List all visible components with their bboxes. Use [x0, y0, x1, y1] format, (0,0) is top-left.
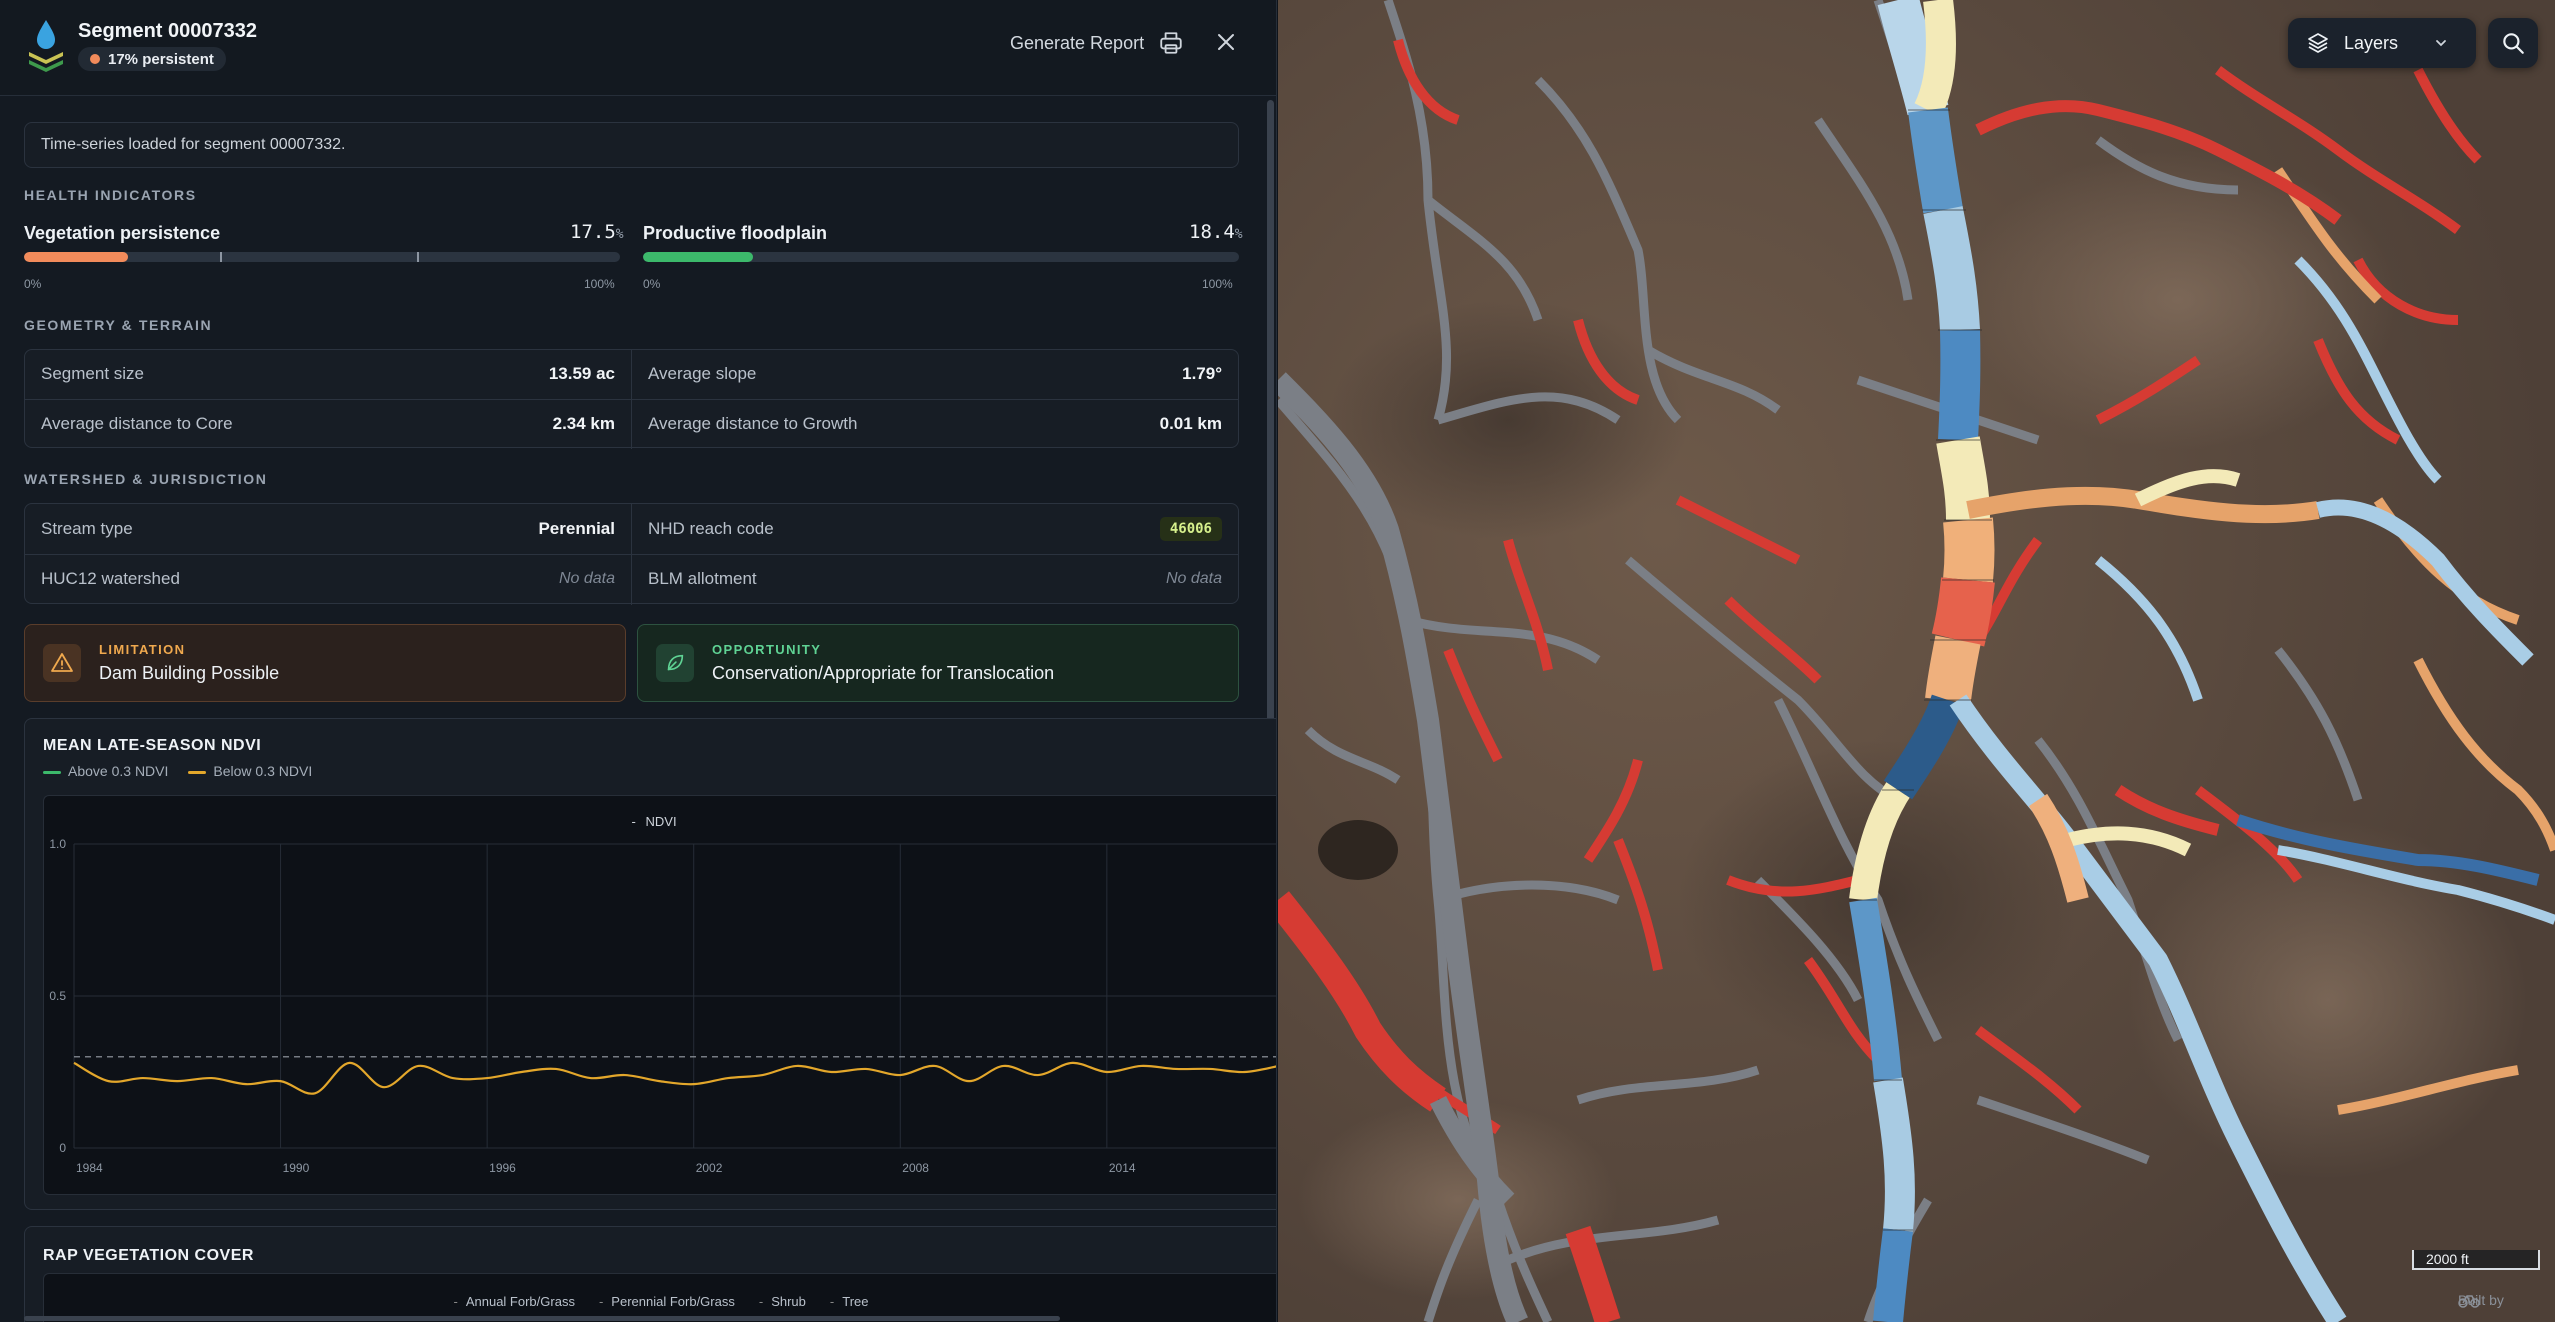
bar-tick — [417, 252, 419, 262]
app-logo-icon — [29, 20, 63, 72]
geometry-section-title: GEOMETRY & TERRAIN — [24, 317, 213, 333]
distance-core-row: Average distance to Core 2.34 km — [41, 414, 615, 433]
ndvi-title: MEAN LATE-SEASON NDVI — [43, 737, 262, 754]
productive-floodplain-fill — [643, 252, 753, 262]
ndvi-legend: Above 0.3 NDVI Below 0.3 NDVI — [43, 763, 312, 779]
segment-panel: Segment 00007332 17% persistent Generate… — [0, 0, 1277, 1322]
rap-legend-item: Annual Forb/Grass — [454, 1294, 575, 1309]
y-tick-label: 0.5 — [49, 989, 66, 1003]
built-by-credit[interactable]: Built by — [2458, 1292, 2504, 1308]
nhd-reach-badge: 46006 — [1159, 517, 1222, 541]
rap-legend-item: Perennial Forb/Grass — [599, 1294, 735, 1309]
map-view[interactable]: 2000 ft Built by — [1278, 0, 2555, 1322]
rap-title: RAP VEGETATION COVER — [43, 1247, 254, 1264]
bar-max-label: 100% — [1202, 277, 1233, 291]
status-dot-icon — [90, 54, 100, 64]
chevron-down-icon — [2436, 40, 2446, 47]
rap-chart[interactable]: Annual Forb/Grass Perennial Forb/Grass S… — [43, 1273, 1276, 1322]
health-section-title: HEALTH INDICATORS — [24, 187, 197, 203]
rap-card: RAP VEGETATION COVER Annual Forb/Grass P… — [24, 1226, 1276, 1322]
chart-series-legend-label: NDVI — [646, 814, 677, 829]
x-tick-label: 2002 — [696, 1161, 723, 1175]
generate-report-button[interactable]: Generate Report — [1010, 30, 1184, 56]
warning-icon — [43, 644, 81, 682]
limitation-kicker: LIMITATION — [99, 642, 186, 657]
watershed-section-title: WATERSHED & JURISDICTION — [24, 471, 268, 487]
vertical-scrollbar[interactable] — [1267, 100, 1274, 776]
bar-min-label: 0% — [24, 277, 42, 291]
average-slope-row: Average slope 1.79° — [648, 364, 1222, 383]
vegetation-persistence-label: Vegetation persistence — [24, 223, 221, 243]
satellite-map — [1278, 0, 2555, 1322]
bar-tick — [220, 252, 222, 262]
limitation-text: Dam Building Possible — [99, 663, 280, 683]
layers-icon — [2308, 33, 2328, 53]
segment-size-row: Segment size 13.59 ac — [41, 364, 615, 383]
map-scale-bar: 2000 ft — [2412, 1250, 2540, 1270]
bicycle-icon — [2458, 1295, 2480, 1308]
huc12-row: HUC12 watershed No data — [41, 569, 615, 588]
ndvi-series-line — [73, 1061, 1276, 1095]
layers-label: Layers — [2344, 32, 2399, 53]
productive-floodplain-label: Productive floodplain — [643, 223, 828, 243]
productive-floodplain-bar — [643, 252, 1239, 262]
x-tick-label: 1984 — [76, 1161, 103, 1175]
leaf-icon — [656, 644, 694, 682]
opportunity-text: Conservation/Appropriate for Translocati… — [712, 663, 1055, 683]
layers-dropdown[interactable]: Layers — [2288, 18, 2476, 68]
segment-title: Segment 00007332 — [78, 20, 258, 42]
opportunity-card: OPPORTUNITY Conservation/Appropriate for… — [637, 624, 1239, 702]
blm-allotment-row: BLM allotment No data — [648, 569, 1222, 588]
x-tick-label: 2008 — [902, 1161, 929, 1175]
legend-below: Below 0.3 NDVI — [188, 763, 312, 779]
geometry-grid: Segment size 13.59 ac Average slope 1.79° … — [24, 349, 1239, 449]
distance-growth-row: Average distance to Growth 0.01 km — [648, 414, 1222, 433]
stream-type-row: Stream type Perennial — [41, 519, 615, 538]
rap-legend-item: Tree — [830, 1294, 868, 1309]
y-tick-label: 0 — [59, 1141, 66, 1155]
vegetation-persistence-value: 17.5% — [570, 221, 624, 243]
close-icon[interactable] — [1214, 30, 1238, 54]
opportunity-kicker: OPPORTUNITY — [712, 642, 822, 657]
bar-max-label: 100% — [584, 277, 615, 291]
generate-report-label: Generate Report — [1010, 32, 1145, 53]
x-tick-label: 2014 — [1109, 1161, 1136, 1175]
rap-legend: Annual Forb/Grass Perennial Forb/Grass S… — [44, 1294, 1276, 1309]
x-tick-label: 1996 — [489, 1161, 516, 1175]
persistence-badge-label: 17% persistent — [108, 50, 214, 68]
x-tick-label: 1990 — [283, 1161, 310, 1175]
printer-icon — [1160, 32, 1182, 54]
vegetation-persistence-bar — [24, 252, 620, 262]
ndvi-chart[interactable]: - NDVI 0 0.5 1.0 1984 1990 1996 2002 2008 2014 — [43, 795, 1276, 1195]
panel-header: Segment 00007332 17% persistent Generate… — [0, 0, 1276, 96]
rap-legend-item: Shrub — [759, 1294, 806, 1309]
persistence-badge: 17% persistent — [78, 47, 226, 71]
ndvi-chart-svg: - NDVI 0 0.5 1.0 1984 1990 1996 2002 2008 2014 — [49, 814, 1276, 1175]
chart-series-legend-marker: - — [632, 814, 636, 829]
y-tick-label: 1.0 — [49, 837, 66, 851]
search-icon — [2503, 33, 2524, 54]
info-message: Time-series loaded for segment 00007332. — [24, 122, 1239, 168]
legend-above: Above 0.3 NDVI — [43, 763, 168, 779]
limitation-card: LIMITATION Dam Building Possible — [24, 624, 626, 702]
watershed-grid: Stream type Perennial NHD reach code 46006… — [24, 503, 1239, 605]
bar-min-label: 0% — [643, 277, 661, 291]
vegetation-persistence-fill — [24, 252, 129, 262]
ndvi-card: MEAN LATE-SEASON NDVI Above 0.3 NDVI Bel… — [24, 718, 1276, 1210]
horizontal-scrollbar[interactable] — [24, 1316, 1060, 1321]
map-search-button[interactable] — [2488, 18, 2538, 68]
nhd-reach-row: NHD reach code 46006 — [632, 505, 1238, 553]
productive-floodplain-value: 18.4% — [1189, 221, 1243, 243]
